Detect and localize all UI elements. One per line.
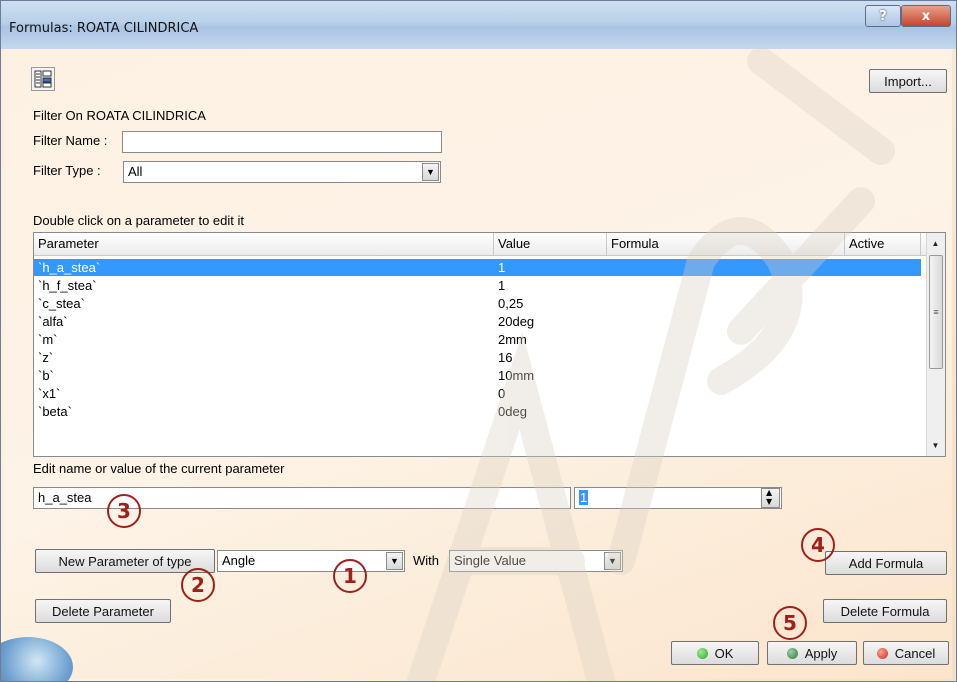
value-cell: 20deg — [498, 314, 535, 329]
parameter-type-select[interactable]: Angle ▼ — [217, 550, 405, 572]
cancel-status-icon — [876, 647, 888, 659]
parameter-value-text: 1 — [579, 490, 589, 505]
filter-name-input[interactable] — [122, 131, 442, 153]
apply-button[interactable]: Apply — [767, 641, 857, 665]
value-cell: 0,25 — [498, 296, 524, 311]
table-instruction: Double click on a parameter to edit it — [33, 213, 244, 228]
apply-status-icon — [786, 647, 798, 659]
value-cell: 10mm — [498, 368, 535, 383]
new-parameter-button[interactable]: New Parameter of type — [35, 549, 215, 573]
table-row[interactable]: `b` 10mm — [34, 367, 921, 384]
value-cell: 0deg — [498, 404, 527, 419]
table-row[interactable]: `h_a_stea` 1 — [34, 259, 921, 276]
table-row[interactable]: `m` 2mm — [34, 331, 921, 348]
table-row[interactable]: `beta` 0deg — [34, 403, 921, 420]
scroll-down-icon[interactable]: ▼ — [927, 437, 944, 454]
spinner-down-icon[interactable]: ▼ — [766, 497, 772, 506]
annotation-marker-4: 4 — [801, 528, 835, 562]
value-spinner[interactable]: ▲ ▼ — [761, 488, 780, 508]
scroll-thumb[interactable]: ≡ — [929, 255, 943, 369]
ok-label: OK — [714, 645, 734, 661]
parameter-cell: `b` — [38, 368, 54, 383]
parameter-cell: `z` — [38, 350, 54, 365]
filter-type-select[interactable]: All ▼ — [123, 161, 441, 183]
scroll-up-icon[interactable]: ▲ — [927, 235, 944, 252]
parameter-cell: `h_a_stea` — [38, 260, 101, 275]
table-row[interactable]: `z` 16 — [34, 349, 921, 366]
title-bar[interactable]: Formulas: ROATA CILINDRICA ? x — [1, 1, 956, 49]
ok-button[interactable]: OK — [671, 641, 759, 665]
parameter-cell: `x1` — [38, 386, 61, 401]
value-cell: 1 — [498, 260, 506, 275]
table-header: Parameter Value Formula Active — [34, 233, 928, 256]
table-row[interactable]: `h_f_stea` 1 — [34, 277, 921, 294]
parameter-cell: `m` — [38, 332, 58, 347]
value-cell: 0 — [498, 386, 506, 401]
filter-type-value: All — [128, 164, 143, 179]
column-header-formula[interactable]: Formula — [607, 233, 845, 255]
annotation-marker-3: 3 — [107, 494, 141, 528]
cancel-button[interactable]: Cancel — [863, 641, 949, 665]
delete-formula-button[interactable]: Delete Formula — [823, 599, 947, 623]
filter-type-label: Filter Type : — [33, 163, 101, 178]
annotation-marker-2: 2 — [181, 568, 215, 602]
dialog-content: Import... Filter On ROATA CILINDRICA Fil… — [1, 49, 952, 681]
table-row[interactable]: `c_stea` 0,25 — [34, 295, 921, 312]
table-scrollbar[interactable]: ▲ ≡ ▼ — [926, 233, 945, 456]
column-header-value[interactable]: Value — [494, 233, 607, 255]
chevron-down-icon[interactable]: ▼ — [604, 552, 621, 570]
parameter-cell: `beta` — [38, 404, 72, 419]
delete-parameter-button[interactable]: Delete Parameter — [35, 599, 171, 623]
add-formula-button[interactable]: Add Formula — [825, 551, 947, 575]
table-row[interactable]: `alfa` 20deg — [34, 313, 921, 330]
parameter-table[interactable]: Parameter Value Formula Active `h_a_stea… — [33, 232, 946, 457]
catia-logo-icon — [1, 637, 73, 681]
close-button[interactable]: x — [901, 5, 951, 27]
filter-heading: Filter On ROATA CILINDRICA — [33, 108, 206, 123]
parameter-value-input[interactable]: 1 — [574, 487, 782, 509]
cancel-label: Cancel — [894, 645, 936, 661]
apply-label: Apply — [804, 645, 838, 661]
value-cell: 16 — [498, 350, 513, 365]
value-cell: 2mm — [498, 332, 527, 347]
with-label: With — [413, 553, 439, 568]
formulas-dialog: Formulas: ROATA CILINDRICA ? x Import...… — [0, 0, 957, 682]
window-title: Formulas: ROATA CILINDRICA — [9, 21, 199, 36]
filter-name-label: Filter Name : — [33, 133, 108, 148]
edit-label: Edit name or value of the current parame… — [33, 461, 285, 476]
ok-status-icon — [696, 647, 708, 659]
parameter-cell: `c_stea` — [38, 296, 85, 311]
import-button[interactable]: Import... — [869, 69, 947, 93]
value-cell: 1 — [498, 278, 506, 293]
help-button[interactable]: ? — [865, 5, 901, 27]
parameter-cell: `h_f_stea` — [38, 278, 97, 293]
parameter-cell: `alfa` — [38, 314, 68, 329]
parameter-type-value: Angle — [222, 553, 256, 568]
annotation-marker-5: 5 — [773, 606, 807, 640]
spinner-up-icon[interactable]: ▲ — [766, 488, 772, 497]
column-header-active[interactable]: Active — [845, 233, 921, 255]
value-kind-value: Single Value — [454, 553, 527, 568]
value-kind-select[interactable]: Single Value ▼ — [449, 550, 623, 572]
table-row[interactable]: `x1` 0 — [34, 385, 921, 402]
chevron-down-icon[interactable]: ▼ — [386, 552, 403, 570]
column-header-parameter[interactable]: Parameter — [34, 233, 494, 255]
formula-toolbar-icon[interactable] — [31, 67, 55, 91]
chevron-down-icon[interactable]: ▼ — [422, 163, 439, 181]
annotation-marker-1: 1 — [333, 559, 367, 593]
